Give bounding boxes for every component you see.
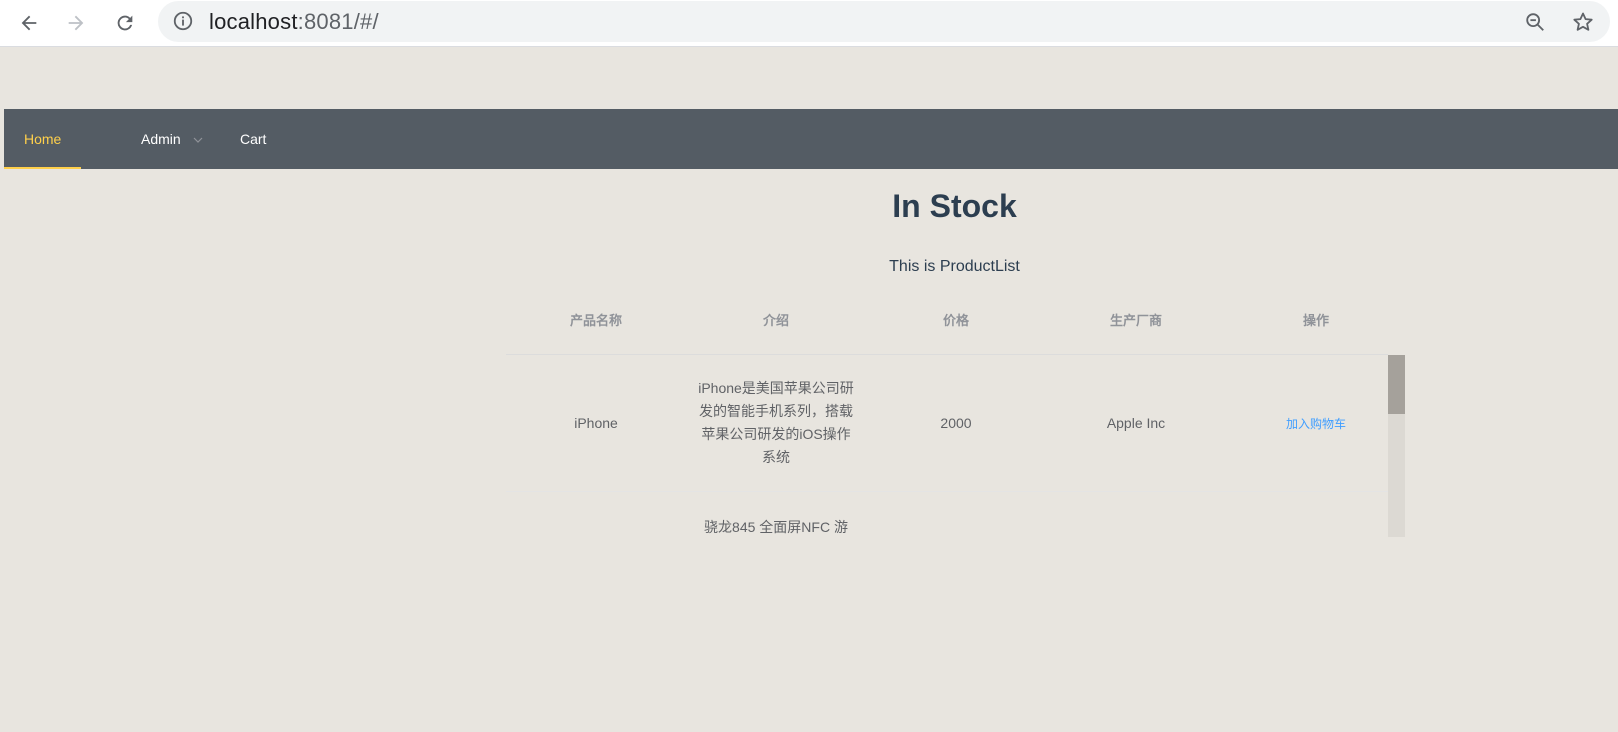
column-header-actions: 操作 [1302, 313, 1329, 328]
page-subtitle-container: This is ProductList [505, 258, 1404, 276]
menu-item-label: Admin [141, 131, 181, 147]
menu-item-cart[interactable]: Cart [240, 109, 266, 169]
menu-item-label: Home [24, 131, 62, 147]
column-header-manufacturer: 生产厂商 [1109, 313, 1162, 328]
arrow-left-icon [21, 15, 37, 31]
table-scrollbar[interactable] [1388, 355, 1405, 537]
page-title-container: In Stock [505, 188, 1404, 225]
reload-icon [117, 15, 133, 31]
add-to-cart-link[interactable]: 加入购物车 [1286, 415, 1346, 432]
cell-actions: 加入购物车 [1226, 355, 1388, 491]
cell-description: iPhone是美国苹果公司研发的智能手机系列，搭载苹果公司研发的iOS操作系统 [698, 380, 854, 465]
column-header-name: 产品名称 [569, 313, 622, 328]
reload-button[interactable] [108, 6, 142, 40]
cell-name: iPhone [574, 415, 618, 431]
address-bar[interactable]: localhost:8081/#/ [158, 1, 1610, 42]
arrow-right-icon [68, 15, 84, 31]
page-title: In Stock [892, 188, 1017, 224]
chevron-down-icon [193, 137, 203, 144]
cell-description: 骁龙845 全面屏NFC 游戏 [704, 519, 848, 535]
product-table: 产品名称 介绍 价格 生产厂商 操作 iPhone iPhone是美国苹果公司研… [506, 296, 1405, 537]
cell-actions [1226, 492, 1388, 537]
table-header: 产品名称 介绍 价格 生产厂商 操作 [506, 296, 1388, 355]
menu-item-home[interactable]: Home [4, 109, 81, 169]
bookmark-button[interactable] [1570, 9, 1596, 35]
url-text: localhost:8081/#/ [209, 9, 379, 35]
star-icon [1573, 12, 1593, 31]
back-button[interactable] [12, 6, 46, 40]
forward-button[interactable] [59, 6, 93, 40]
menu-item-label: Cart [240, 131, 267, 147]
cell-manufacturer: Apple Inc [1106, 415, 1166, 431]
column-header-description: 介绍 [762, 313, 789, 328]
page-subtitle: This is ProductList [889, 258, 1020, 275]
zoom-out-icon [1526, 13, 1544, 31]
scrollbar-thumb[interactable] [1388, 355, 1405, 414]
cell-name [506, 492, 686, 537]
main-nav-menu: Home Admin Cart [4, 109, 1618, 169]
table-body[interactable]: iPhone iPhone是美国苹果公司研发的智能手机系列，搭载苹果公司研发的i… [506, 355, 1388, 537]
zoom-button[interactable] [1522, 9, 1548, 35]
cell-manufacturer [1046, 492, 1226, 537]
menu-item-admin[interactable]: Admin [141, 109, 203, 169]
column-header-price: 价格 [942, 313, 969, 328]
cell-price [866, 492, 1046, 537]
cell-price: 2000 [940, 415, 972, 431]
browser-toolbar: localhost:8081/#/ [0, 0, 1618, 47]
table-row: 骁龙845 全面屏NFC 游戏 [506, 492, 1388, 537]
info-icon[interactable] [172, 10, 194, 32]
table-row: iPhone iPhone是美国苹果公司研发的智能手机系列，搭载苹果公司研发的i… [506, 355, 1388, 492]
url-path: :8081/#/ [297, 9, 379, 34]
url-host: localhost [209, 9, 298, 34]
